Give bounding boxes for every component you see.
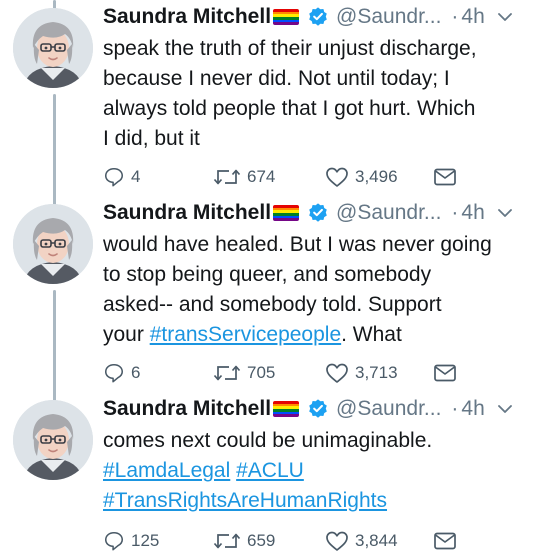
tweet[interactable]: Saundra Mitchell @Saundr... · 4h comes n… — [0, 392, 540, 557]
text-segment: your — [103, 323, 150, 346]
tweet-actions: 4 674 3,496 — [103, 163, 520, 191]
user-handle[interactable]: @Saundr... — [336, 397, 441, 421]
rainbow-flag-icon — [273, 205, 300, 221]
chevron-down-icon[interactable] — [497, 207, 513, 219]
retweet-icon — [213, 533, 241, 549]
tweet-text-line: #LamdaLegal #ACLU — [103, 456, 530, 486]
tweet-text-line: your #transServicepeople. What — [103, 320, 530, 350]
separator-dot: · — [451, 5, 459, 28]
tweet-text: would have healed. But I was never going… — [103, 230, 530, 350]
retweet-count: 705 — [247, 363, 276, 382]
heart-icon — [326, 531, 348, 551]
direct-message-icon — [434, 168, 456, 186]
like-count: 3,496 — [355, 167, 398, 186]
tweet-text: comes next could be unimaginable. #Lamda… — [103, 426, 530, 516]
tweet[interactable]: Saundra Mitchell @Saundr... · 4h speak t… — [0, 0, 540, 196]
hashtag-link[interactable]: #ACLU — [236, 459, 304, 482]
reply-icon — [104, 531, 124, 551]
tweet-text-line: would have healed. But I was never going — [103, 233, 492, 256]
text-segment: . What — [341, 323, 402, 346]
reply-icon — [104, 363, 124, 383]
reply-button[interactable]: 4 — [103, 166, 140, 188]
verified-badge-icon — [307, 398, 329, 420]
reply-count: 4 — [131, 167, 141, 186]
avatar-illustration — [13, 204, 93, 284]
user-handle[interactable]: @Saundr... — [336, 201, 441, 225]
chevron-down-icon[interactable] — [497, 403, 513, 415]
retweet-icon — [213, 169, 241, 185]
reply-count: 125 — [131, 531, 160, 550]
verified-badge-icon — [307, 6, 329, 28]
timestamp[interactable]: 4h — [461, 201, 484, 225]
retweet-button[interactable]: 659 — [213, 530, 275, 552]
rainbow-flag-icon — [273, 401, 300, 417]
chevron-down-icon[interactable] — [497, 11, 513, 23]
timestamp[interactable]: 4h — [461, 397, 484, 421]
avatar[interactable] — [13, 400, 93, 480]
hashtag-link[interactable]: #TransRightsAreHumanRights — [103, 489, 387, 512]
tweet-text-line: #TransRightsAreHumanRights — [103, 486, 530, 516]
user-handle[interactable]: @Saundr... — [336, 5, 441, 29]
tweet-text-line: comes next could be unimaginable. — [103, 429, 433, 452]
tweet-actions: 6 705 3,713 — [103, 359, 520, 387]
reply-count: 6 — [131, 363, 141, 382]
avatar-illustration — [13, 400, 93, 480]
hashtag-link[interactable]: #transServicepeople — [150, 323, 341, 346]
tweet-text: speak the truth of their unjust discharg… — [103, 34, 530, 154]
tweet-text-line: I did, but it — [103, 127, 200, 150]
tweet-header: Saundra Mitchell @Saundr... · 4h — [103, 198, 526, 228]
tweet-header: Saundra Mitchell @Saundr... · 4h — [103, 2, 526, 32]
heart-icon — [326, 167, 348, 187]
avatar[interactable] — [13, 204, 93, 284]
direct-message-icon — [434, 364, 456, 382]
heart-icon — [326, 363, 348, 383]
retweet-button[interactable]: 705 — [213, 362, 275, 384]
display-name[interactable]: Saundra Mitchell — [103, 201, 271, 225]
reply-button[interactable]: 125 — [103, 530, 159, 552]
rainbow-flag-icon — [273, 9, 300, 25]
tweet-text-line: asked-- and somebody told. Support — [103, 293, 442, 316]
tweet-text-line: to stop being queer, and somebody — [103, 263, 432, 286]
retweet-icon — [213, 365, 241, 381]
hashtag-link[interactable]: #LamdaLegal — [103, 459, 230, 482]
verified-badge-icon — [307, 202, 329, 224]
tweet-actions: 125 659 3,844 — [103, 527, 520, 555]
display-name[interactable]: Saundra Mitchell — [103, 5, 271, 29]
display-name[interactable]: Saundra Mitchell — [103, 397, 271, 421]
like-count: 3,713 — [355, 363, 398, 382]
retweet-count: 674 — [247, 167, 276, 186]
separator-dot: · — [451, 201, 459, 224]
avatar-illustration — [13, 8, 93, 88]
tweet-text-line: always told people that I got hurt. Whic… — [103, 97, 476, 120]
like-count: 3,844 — [355, 531, 398, 550]
like-button[interactable]: 3,844 — [325, 530, 398, 552]
timestamp[interactable]: 4h — [461, 5, 484, 29]
retweet-count: 659 — [247, 531, 276, 550]
like-button[interactable]: 3,713 — [325, 362, 398, 384]
tweet-text-line: because I never did. Not until today; I — [103, 67, 450, 90]
tweet-header: Saundra Mitchell @Saundr... · 4h — [103, 394, 526, 424]
tweet[interactable]: Saundra Mitchell @Saundr... · 4h would h… — [0, 196, 540, 392]
tweet-text-line: speak the truth of their unjust discharg… — [103, 37, 477, 60]
reply-icon — [104, 167, 124, 187]
like-button[interactable]: 3,496 — [325, 166, 398, 188]
separator-dot: · — [451, 397, 459, 420]
direct-message-button[interactable] — [433, 167, 463, 187]
direct-message-button[interactable] — [433, 531, 463, 551]
direct-message-icon — [434, 532, 456, 550]
retweet-button[interactable]: 674 — [213, 166, 275, 188]
direct-message-button[interactable] — [433, 363, 463, 383]
reply-button[interactable]: 6 — [103, 362, 140, 384]
avatar[interactable] — [13, 8, 93, 88]
